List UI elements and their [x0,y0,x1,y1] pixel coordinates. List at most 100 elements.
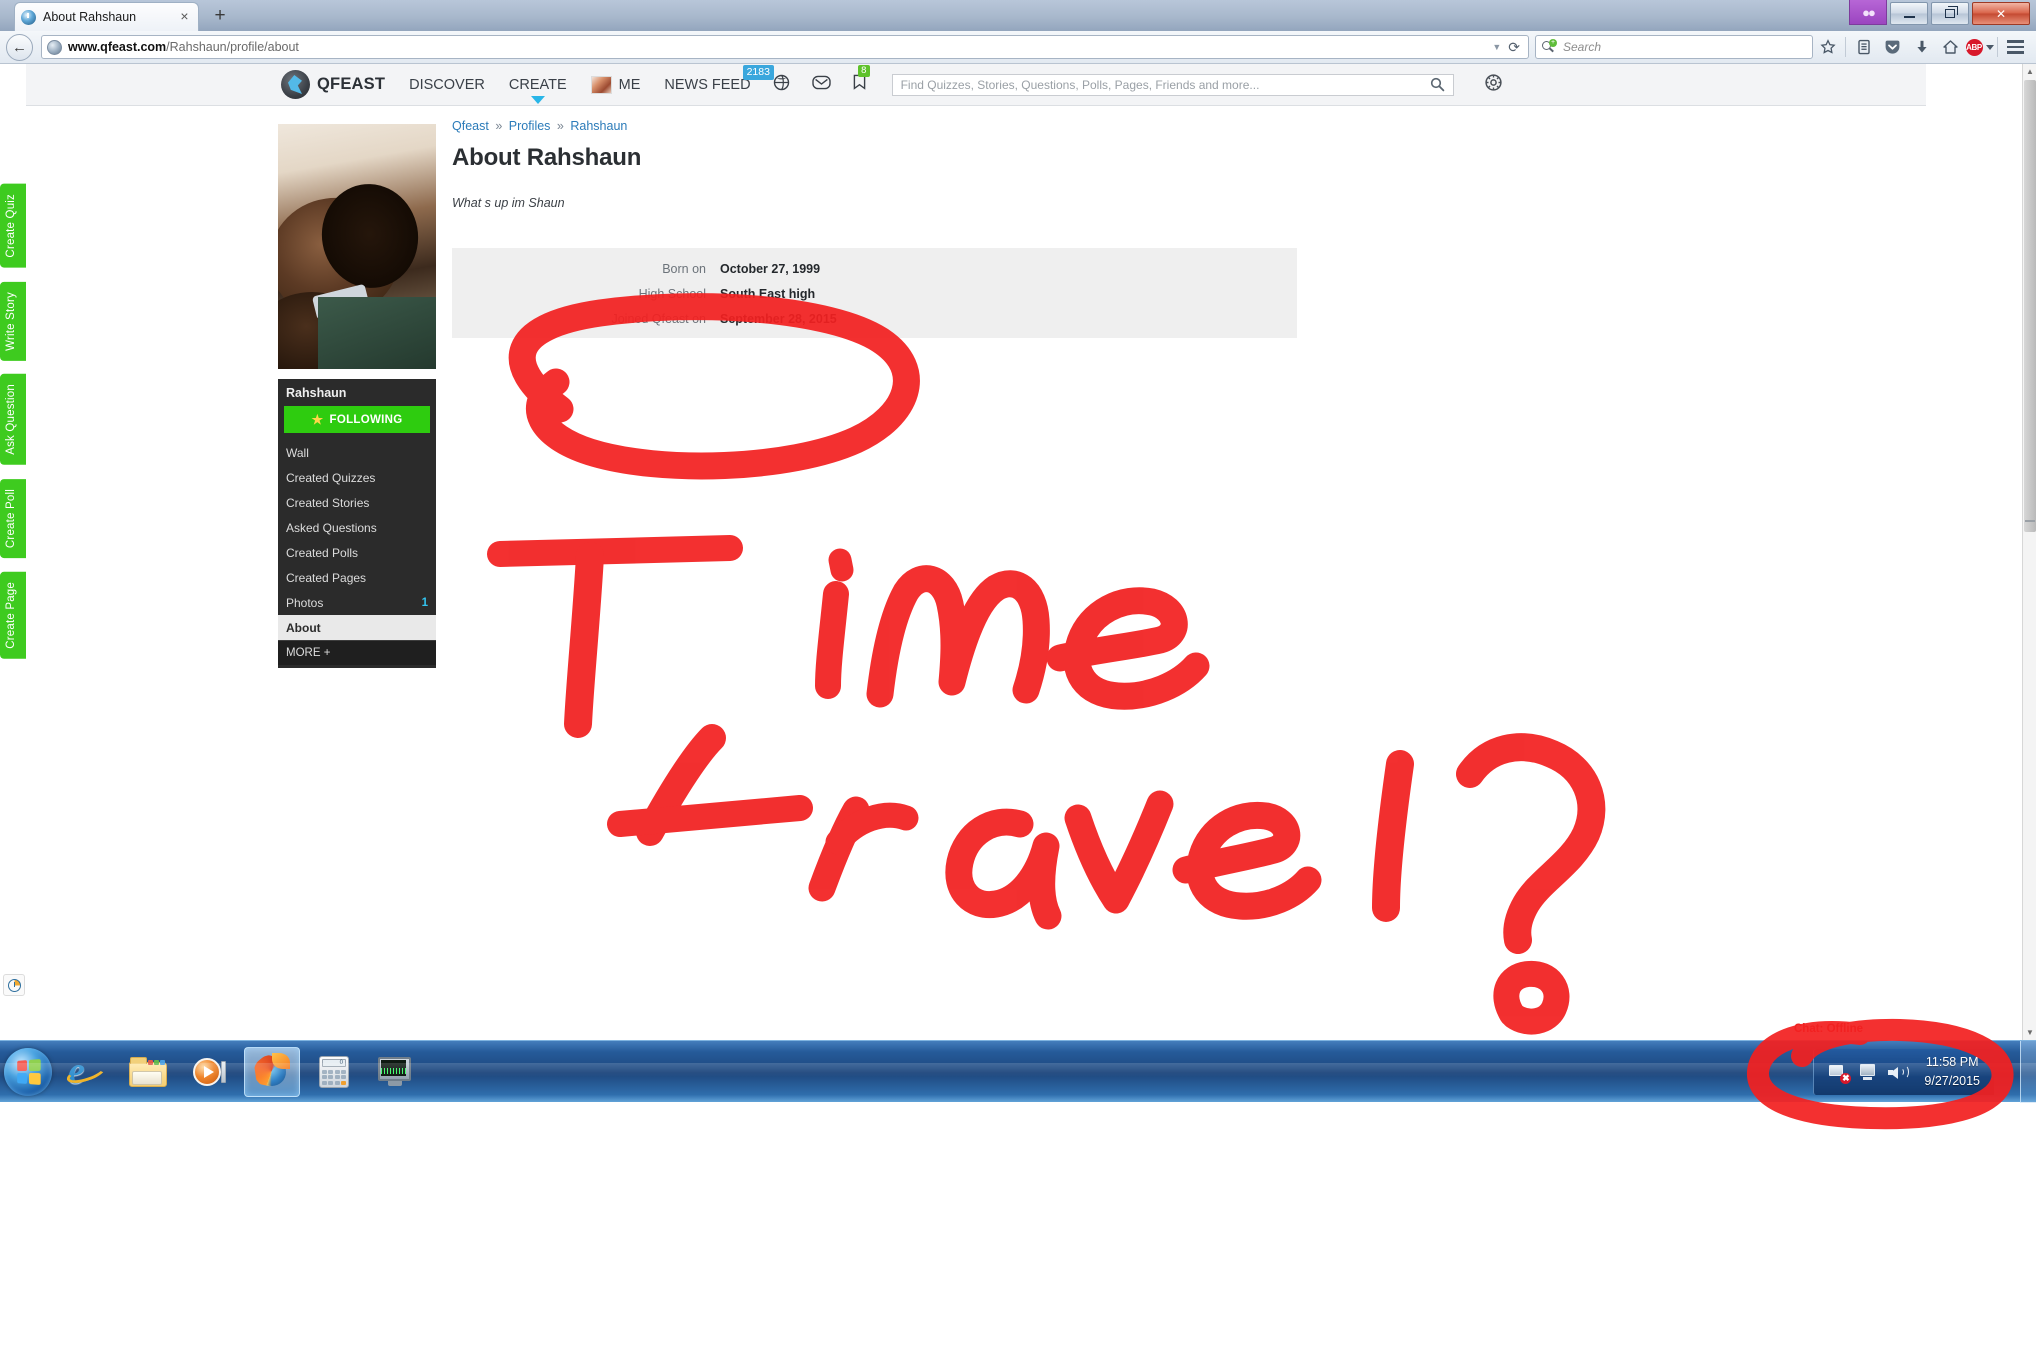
toolbar-divider [1997,37,1998,57]
table-row: Joined Qfeast on September 28, 2015 [452,312,1297,326]
messages-envelope-icon[interactable] [811,75,831,95]
download-icon[interactable] [1907,34,1936,61]
home-icon[interactable] [1936,34,1965,61]
site-header: QFEAST DISCOVER CREATE ME NEWS FEED 2183… [26,64,1926,106]
volume-icon[interactable] [1887,1060,1911,1084]
breadcrumb-rahshaun[interactable]: Rahshaun [570,119,627,133]
settings-gear-icon[interactable] [1484,73,1503,97]
create-poll-tab[interactable]: Create Poll [0,479,26,559]
close-tab-icon[interactable]: × [177,9,192,25]
abp-badge: ABP [1965,38,1983,56]
private-browsing-indicator[interactable]: ●● [1849,0,1887,25]
taskbar-item-windows-explorer[interactable] [120,1047,176,1097]
page-scrollbar[interactable]: ▲ ▼ [2022,64,2036,1040]
network-error-icon[interactable]: ✖ [1827,1060,1852,1084]
browser-search-box[interactable]: + Search [1535,35,1813,59]
photos-count: 1 [421,596,428,609]
nav-create[interactable]: CREATE [508,76,567,104]
sidebar-item-wall[interactable]: Wall [278,440,436,465]
taskbar-item-windows-media-player[interactable] [182,1047,238,1097]
pocket-icon[interactable] [1878,34,1907,61]
nav-create-label: CREATE [508,76,567,93]
nav-news-feed[interactable]: NEWS FEED 2183 [664,64,774,93]
sidebar-item-created-polls[interactable]: Created Polls [278,540,436,565]
close-window-button[interactable]: ✕ [1972,2,2030,25]
taskbar-item-firefox[interactable] [244,1046,300,1097]
qfeast-logo[interactable]: QFEAST [281,70,385,99]
following-button-label: FOLLOWING [329,413,403,426]
stroke-v [1064,790,1174,914]
chevron-down-icon[interactable] [1985,44,1994,50]
sidebar-item-created-quizzes[interactable]: Created Quizzes [278,465,436,490]
sidebar-item-photos[interactable]: Photos 1 [278,590,436,615]
sidebar-item-about[interactable]: About [278,615,436,640]
avatar[interactable] [590,75,612,94]
sidebar-item-created-pages[interactable]: Created Pages [278,565,436,590]
scroll-up-icon[interactable]: ▲ [2023,64,2036,79]
url-text: www.qfeast.com/Rahshaun/profile/about [68,40,1485,54]
site-search-input[interactable]: Find Quizzes, Stories, Questions, Polls,… [891,73,1454,96]
globe-icon[interactable] [773,74,790,96]
sidebar-item-label: Created Stories [286,495,370,510]
minimize-button[interactable] [1890,2,1928,25]
bookmarks-icon[interactable]: 8 [853,65,870,95]
taskbar-item-calculator[interactable]: 0 [306,1047,362,1097]
show-desktop-button[interactable] [2020,1041,2036,1103]
profile-sidebar: Rahshaun ★ FOLLOWING Wall Created Quizze… [278,379,436,668]
chevron-down-icon[interactable]: ▼ [1492,42,1501,52]
breadcrumb-profiles[interactable]: Profiles [509,119,551,133]
nav-me[interactable]: ME [619,77,641,93]
bookmark-star-icon[interactable] [1813,34,1842,61]
restore-button[interactable] [1931,2,1969,25]
breadcrumb-qfeast[interactable]: Qfeast [452,119,489,133]
nav-discover[interactable]: DISCOVER [409,77,485,93]
clock-date: 9/27/2015 [1924,1073,1980,1088]
page-title: About Rahshaun [452,144,642,171]
system-clock[interactable]: 11:58 PM 9/27/2015 [1914,1053,1990,1089]
taskbar-item-system-monitor[interactable] [368,1047,424,1097]
stroke-r-stem [808,796,870,902]
clock-history-icon[interactable] [3,974,25,996]
stroke-question-dot [1493,960,1570,1035]
browser-tab[interactable]: About Rahshaun × [14,2,199,31]
url-host: www.qfeast.com [68,40,167,54]
reading-list-icon[interactable] [1849,34,1878,61]
scroll-down-icon[interactable]: ▼ [2023,1025,2036,1040]
sidebar-item-label: Created Quizzes [286,470,376,485]
main-content: Qfeast » Profiles » Rahshaun About Rahsh… [452,119,1832,338]
scrollbar-thumb[interactable] [2024,80,2036,532]
sidebar-username: Rahshaun [286,386,347,400]
search-icon [1430,77,1444,92]
breadcrumb: Qfeast » Profiles » Rahshaun [452,119,1832,133]
ask-question-tab[interactable]: Ask Question [0,374,26,466]
profile-photo[interactable] [278,124,436,369]
system-tray: ✖ 11:58 PM 9/27/2015 [1813,1048,1994,1095]
browser-toolbar: ← www.qfeast.com/Rahshaun/profile/about … [0,31,2036,64]
windows-logo-icon [17,1058,41,1085]
create-quiz-tab[interactable]: Create Quiz [0,184,26,268]
start-button[interactable] [4,1047,52,1096]
remote-desktop-icon[interactable] [1857,1060,1881,1084]
back-icon[interactable]: ← [6,33,33,61]
qfeast-brand-text: QFEAST [317,75,386,93]
sidebar-more-button[interactable]: MORE + [278,640,436,665]
write-story-tab[interactable]: Write Story [0,281,26,361]
adblock-plus-icon[interactable]: ABP [1965,34,1994,61]
reload-icon[interactable]: ⟳ [1508,39,1520,56]
info-label: High School [638,287,706,301]
site-search-placeholder: Find Quizzes, Stories, Questions, Polls,… [900,77,1260,92]
info-label: Joined Qfeast on [611,312,706,326]
sidebar-item-asked-questions[interactable]: Asked Questions [278,515,436,540]
system-monitor-icon [378,1056,414,1087]
mask-icon: ●● [1862,4,1876,20]
sidebar-item-created-stories[interactable]: Created Stories [278,490,436,515]
clock-glyph [7,978,21,992]
address-bar[interactable]: www.qfeast.com/Rahshaun/profile/about ▼ … [41,35,1529,59]
taskbar-item-internet-explorer[interactable]: e [58,1047,114,1097]
table-row: Born on October 27, 1999 [452,262,1297,276]
open-menu-icon[interactable] [2001,34,2030,61]
new-tab-button[interactable]: + [208,5,232,29]
create-page-tab[interactable]: Create Page [0,572,26,660]
following-button[interactable]: ★ FOLLOWING [284,406,430,433]
sidebar-item-label: Created Polls [286,545,359,560]
